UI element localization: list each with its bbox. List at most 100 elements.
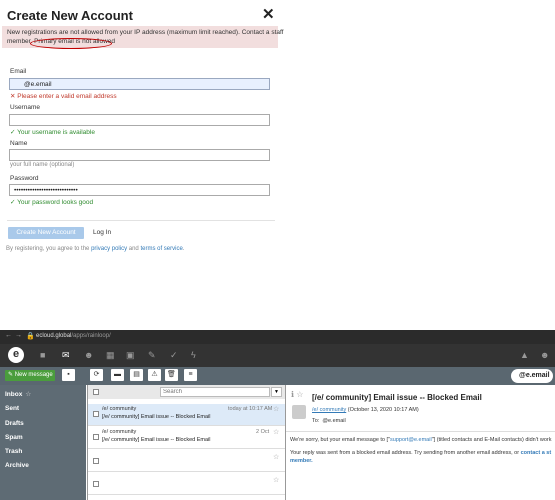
star-icon[interactable]: ☆ xyxy=(273,453,279,461)
avatar xyxy=(292,405,306,419)
forward-icon[interactable]: → xyxy=(15,332,22,339)
create-account-button[interactable]: Create New Account xyxy=(8,227,84,239)
alert-text-line1: New registrations are not allowed from y… xyxy=(7,29,284,36)
divider xyxy=(286,431,555,432)
row-checkbox[interactable] xyxy=(93,458,99,464)
files-icon[interactable]: ■ xyxy=(40,350,45,360)
mail-toolbar: ✎ New message ▪ ⟳ ▬ ▤ ⚠ 🗑 ≡ @e.email xyxy=(0,367,555,385)
list-header: ▼ xyxy=(88,385,285,399)
folder-spam[interactable]: Spam xyxy=(5,434,23,441)
star-icon[interactable]: ☆ xyxy=(273,428,279,436)
message-subject: [/e/ community] Email issue -- Blocked E… xyxy=(102,414,211,420)
refresh-button[interactable]: ⟳ xyxy=(90,369,103,381)
message-from: /e/ community xyxy=(102,429,137,435)
app-bar: e ■ ✉ ☻ ▦ ▣ ✎ ✓ ϟ ▲ ☻ xyxy=(0,344,555,367)
star-icon[interactable]: ☆ xyxy=(25,391,31,398)
url-text[interactable]: ecloud.global/apps/rainloop/ xyxy=(36,333,111,339)
name-label: Name xyxy=(10,140,28,147)
address-bar[interactable]: ← → 🔒 ecloud.global/apps/rainloop/ xyxy=(0,330,555,344)
body-text: "] (titled contacts and E-Mail contacts)… xyxy=(431,437,552,443)
password-label: Password xyxy=(10,175,39,182)
move-folder-button[interactable]: ▬ xyxy=(111,369,124,381)
user-badge[interactable]: @e.email xyxy=(511,369,553,383)
activity-icon[interactable]: ϟ xyxy=(191,350,196,360)
username-field[interactable] xyxy=(9,114,270,126)
mail-icon[interactable]: ✉ xyxy=(62,350,70,361)
message-row[interactable]: ☆ xyxy=(88,450,285,472)
archive-button[interactable]: ▤ xyxy=(130,369,143,381)
notes-icon[interactable]: ✎ xyxy=(148,350,156,361)
name-hint: your full name (optional) xyxy=(10,162,75,168)
folder-inbox[interactable]: Inbox ☆ xyxy=(5,390,31,398)
browser-window: ← → 🔒 ecloud.global/apps/rainloop/ e ■ ✉… xyxy=(0,330,555,500)
message-row[interactable]: ☆ xyxy=(88,473,285,495)
password-field[interactable] xyxy=(9,184,270,196)
spam-button[interactable]: ⚠ xyxy=(148,369,161,381)
ecloud-logo-icon[interactable]: e xyxy=(8,347,24,363)
support-email-link[interactable]: support@e.email xyxy=(390,437,432,443)
lock-icon: 🔒 xyxy=(26,333,35,340)
body-paragraph-2: Your reply was sent from a blocked email… xyxy=(290,450,551,456)
row-checkbox[interactable] xyxy=(93,411,99,417)
folder-trash[interactable]: Trash xyxy=(5,448,22,455)
star-icon[interactable]: ☆ xyxy=(273,476,279,484)
password-ok: ✓ Your password looks good xyxy=(10,199,94,206)
more-menu-button[interactable]: ≡ xyxy=(184,369,197,381)
username-ok: ✓ Your username is available xyxy=(10,129,95,136)
row-checkbox[interactable] xyxy=(93,481,99,487)
body-paragraph-3[interactable]: member. xyxy=(290,458,313,464)
row-checkbox[interactable] xyxy=(93,434,99,440)
message-from: /e/ community xyxy=(102,406,137,412)
modal-title: Create New Account xyxy=(7,8,133,23)
body-paragraph-1: We're sorry, but your email message to [… xyxy=(290,437,551,443)
terms-suffix: . xyxy=(182,246,185,252)
chevron-down-icon[interactable]: ▼ xyxy=(271,387,282,397)
message-datetime: (October 13, 2020 10:17 AM) xyxy=(347,407,419,413)
folder-sent[interactable]: Sent xyxy=(5,405,19,412)
photos-icon[interactable]: ▣ xyxy=(126,350,135,361)
message-title: [/e/ community] Email issue -- Blocked E… xyxy=(312,393,482,402)
toggle-layout-button[interactable]: ▪ xyxy=(62,369,75,381)
message-subject: [/e/ community] Email issue -- Blocked E… xyxy=(102,437,211,443)
email-field[interactable] xyxy=(9,78,270,90)
delete-button[interactable]: 🗑 xyxy=(165,369,178,381)
tasks-icon[interactable]: ✓ xyxy=(170,350,178,361)
terms-mid: and xyxy=(127,246,141,252)
folder-archive[interactable]: Archive xyxy=(5,462,29,469)
close-icon[interactable]: ✕ xyxy=(262,5,275,23)
search-input[interactable] xyxy=(160,387,270,397)
message-list: ▼ /e/ community [/e/ community] Email is… xyxy=(87,385,286,500)
message-row[interactable]: /e/ community [/e/ community] Email issu… xyxy=(88,404,285,426)
message-date: 2 Oct xyxy=(256,429,270,435)
name-field[interactable] xyxy=(9,149,270,161)
contacts-icon[interactable]: ☻ xyxy=(84,350,93,360)
notifications-icon[interactable]: ▲ xyxy=(520,350,529,360)
login-link[interactable]: Log In xyxy=(93,229,111,236)
calendar-icon[interactable]: ▦ xyxy=(106,350,115,361)
contact-staff-link[interactable]: contact a st xyxy=(521,450,552,456)
message-sender: /e/ community (October 13, 2020 10:17 AM… xyxy=(312,407,419,413)
folder-sidebar: Inbox ☆ Sent Drafts Spam Trash Archive xyxy=(0,385,86,500)
message-date: today at 10:17 AM xyxy=(228,406,273,412)
body-text: We're sorry, but your email message to [… xyxy=(290,437,391,443)
message-reader: ℹ ☆ [/e/ community] Email issue -- Block… xyxy=(286,385,555,500)
terms-prefix: By registering, you agree to the xyxy=(6,246,92,252)
terms-of-service-link[interactable]: terms of service xyxy=(140,246,182,252)
new-message-button[interactable]: ✎ New message xyxy=(5,370,55,381)
back-icon[interactable]: ← xyxy=(5,332,12,339)
privacy-policy-link[interactable]: privacy policy xyxy=(91,246,127,252)
url-path: /apps/rainloop/ xyxy=(71,333,111,339)
body-text: Your reply was sent from a blocked email… xyxy=(290,450,521,456)
contacts-menu-icon[interactable]: ☻ xyxy=(540,350,549,360)
folder-drafts[interactable]: Drafts xyxy=(5,420,24,427)
star-icon[interactable]: ☆ xyxy=(273,405,279,413)
url-domain: ecloud.global xyxy=(36,333,72,339)
create-account-modal: Create New Account ✕ New registrations a… xyxy=(0,0,284,262)
email-error: ✕ Please enter a valid email address xyxy=(10,93,117,100)
sender-link[interactable]: /e/ community xyxy=(312,407,346,413)
message-row[interactable]: /e/ community [/e/ community] Email issu… xyxy=(88,427,285,449)
select-all-checkbox[interactable] xyxy=(93,389,99,395)
highlight-circle xyxy=(30,38,112,49)
info-icon[interactable]: ℹ ☆ xyxy=(291,390,303,399)
to-value: @e.email xyxy=(322,418,346,424)
